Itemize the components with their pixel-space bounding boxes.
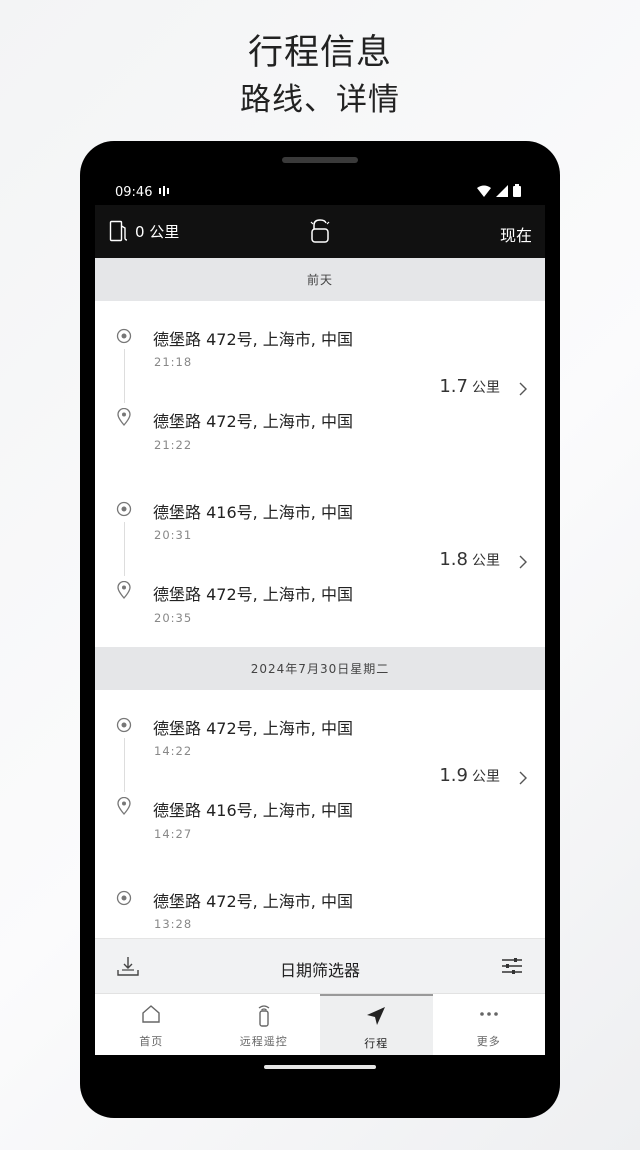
bottom-nav: 首页 远程遥控 行程 更多 [95,993,545,1055]
nav-more[interactable]: 更多 [433,994,546,1055]
trip-item[interactable]: 德堡路 416号, 上海市, 中国 20:31 德堡路 472号, 上海市, 中… [95,474,545,647]
now-button[interactable]: 现在 [500,222,532,246]
promo-title: 行程信息 [247,33,392,73]
remote-key-icon [208,1003,321,1027]
distance-value: 1.9 [439,765,468,786]
distance-value: 1.8 [439,549,468,570]
route-line [124,522,125,576]
date-filter-button[interactable]: 日期筛选器 [95,957,545,981]
start-time: 13:28 [154,917,193,931]
fuel-pump-icon [109,220,128,242]
start-time: 21:18 [154,355,193,369]
trip-distance: 1.9 公里 [439,765,500,786]
start-time: 20:31 [154,528,193,542]
nav-label: 首页 [139,1035,164,1048]
start-point-icon [116,328,132,348]
nfc-icon [159,186,171,199]
phone-screen: 09:46 0 公里 现在 前天 德堡路 472号, 上海市, 中国 21:18… [95,179,545,1055]
start-point-icon [116,501,132,521]
location-pin-icon [117,796,131,819]
end-time: 14:27 [154,827,193,841]
status-bar: 09:46 [95,179,545,205]
nav-label: 更多 [476,1035,501,1048]
nav-remote[interactable]: 远程遥控 [208,994,321,1055]
trip-distance: 1.8 公里 [439,549,500,570]
start-address: 德堡路 472号, 上海市, 中国 [153,892,353,911]
sliders-icon[interactable] [501,957,523,979]
chevron-right-icon[interactable] [519,554,527,573]
location-pin-icon [117,580,131,603]
start-address: 德堡路 472号, 上海市, 中国 [153,719,353,738]
trip-item[interactable]: 德堡路 472号, 上海市, 中国 14:22 德堡路 416号, 上海市, 中… [95,690,545,863]
end-address: 德堡路 472号, 上海市, 中国 [153,585,353,604]
status-icons [477,184,521,197]
trip-item[interactable]: 德堡路 472号, 上海市, 中国 21:18 德堡路 472号, 上海市, 中… [95,301,545,474]
route-line [124,738,125,792]
phone-speaker [282,157,358,163]
start-time: 14:22 [154,744,193,758]
nav-trips[interactable]: 行程 [320,994,433,1055]
wifi-icon [477,185,491,197]
home-icon [95,1003,208,1025]
range-value: 0 公里 [135,222,180,241]
start-point-icon [116,717,132,737]
end-time: 20:35 [154,611,193,625]
status-time: 09:46 [115,185,153,200]
location-pin-icon [117,407,131,430]
nav-home[interactable]: 首页 [95,994,208,1055]
chevron-right-icon[interactable] [519,770,527,789]
more-dots-icon [433,1003,546,1025]
distance-unit: 公里 [472,553,500,569]
end-address: 德堡路 472号, 上海市, 中国 [153,412,353,431]
trip-item[interactable]: 德堡路 472号, 上海市, 中国 13:28 [95,863,545,938]
distance-unit: 公里 [472,380,500,396]
range-indicator[interactable]: 0 公里 [109,220,179,242]
home-indicator[interactable] [264,1065,376,1069]
start-point-icon [116,890,132,910]
start-address: 德堡路 416号, 上海市, 中国 [153,503,353,522]
nav-label: 行程 [364,1037,389,1050]
signal-icon [496,184,508,197]
date-header: 前天 [95,258,545,301]
nav-label: 远程遥控 [239,1035,288,1048]
date-header: 2024年7月30日星期二 [95,647,545,690]
battery-icon [513,184,521,197]
route-line [124,349,125,403]
distance-value: 1.7 [439,376,468,397]
navigation-arrow-icon [320,1005,433,1027]
start-address: 德堡路 472号, 上海市, 中国 [153,330,353,349]
trip-list[interactable]: 前天 德堡路 472号, 上海市, 中国 21:18 德堡路 472号, 上海市… [95,258,545,938]
end-time: 21:22 [154,438,193,452]
distance-unit: 公里 [472,769,500,785]
unlock-icon[interactable] [309,218,331,248]
trip-distance: 1.7 公里 [439,376,500,397]
app-bar: 0 公里 现在 [95,205,545,258]
promo-subtitle: 路线、详情 [240,82,400,118]
end-address: 德堡路 416号, 上海市, 中国 [153,801,353,820]
date-filter-bar: 日期筛选器 [95,938,545,993]
chevron-right-icon[interactable] [519,381,527,400]
